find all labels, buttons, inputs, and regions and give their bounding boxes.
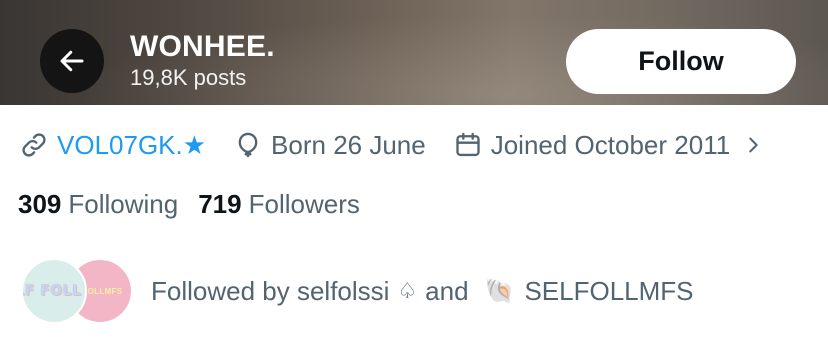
profile-header-title: WONHEE. 19,8K posts (130, 30, 275, 92)
followers-link[interactable]: 719 Followers (198, 189, 360, 220)
website-link-text[interactable]: VOL07GK.★ (57, 130, 206, 161)
following-count: 309 (18, 188, 62, 219)
follow-stats: 309 Following 719 Followers (18, 187, 360, 221)
post-count: 19,8K posts (130, 65, 247, 90)
shell-emoji: 🐚 (484, 277, 515, 305)
followed-by-avatars: SELF FOLL SSI OLLMFS (21, 258, 133, 324)
website-link[interactable]: VOL07GK.★ (20, 130, 206, 161)
following-label: Following (68, 188, 179, 219)
joined-text: Joined October 2011 (490, 129, 731, 160)
followed-by-and: and (425, 275, 469, 306)
follow-button[interactable]: Follow (566, 29, 796, 94)
profile-name: WONHEE. (130, 30, 275, 63)
birthday-text: Born 26 June (271, 129, 426, 160)
avatar-label: OLLMFS (87, 286, 123, 296)
followers-count: 719 (198, 188, 242, 219)
followed-by-row[interactable]: SELF FOLL SSI OLLMFS Followed by selfols… (21, 258, 694, 324)
calendar-icon (456, 132, 480, 157)
chevron-right-icon[interactable] (742, 134, 764, 156)
avatar-label: SELF FOLL SSI (23, 283, 85, 299)
spade-glyph: ♤ (397, 278, 418, 303)
birthday: Born 26 June (234, 130, 426, 161)
followers-label: Followers (248, 188, 360, 219)
avatar: SELF FOLL SSI (21, 258, 87, 324)
back-button[interactable] (40, 29, 104, 93)
followed-by-prefix: Followed by selfolssi (151, 275, 390, 306)
arrow-left-icon (60, 50, 84, 72)
followed-by-text: Followed by selfolssi ♤ and 🐚 SELFOLLMFS (151, 276, 694, 307)
joined-date: Joined October 2011 (454, 130, 730, 161)
profile-meta: VOL07GK.★ Born 26 June Joined October 20… (20, 128, 764, 162)
link-icon (22, 133, 46, 157)
followed-by-second-name: SELFOLLMFS (524, 275, 694, 306)
balloon-icon (238, 132, 258, 158)
following-link[interactable]: 309 Following (18, 189, 178, 220)
